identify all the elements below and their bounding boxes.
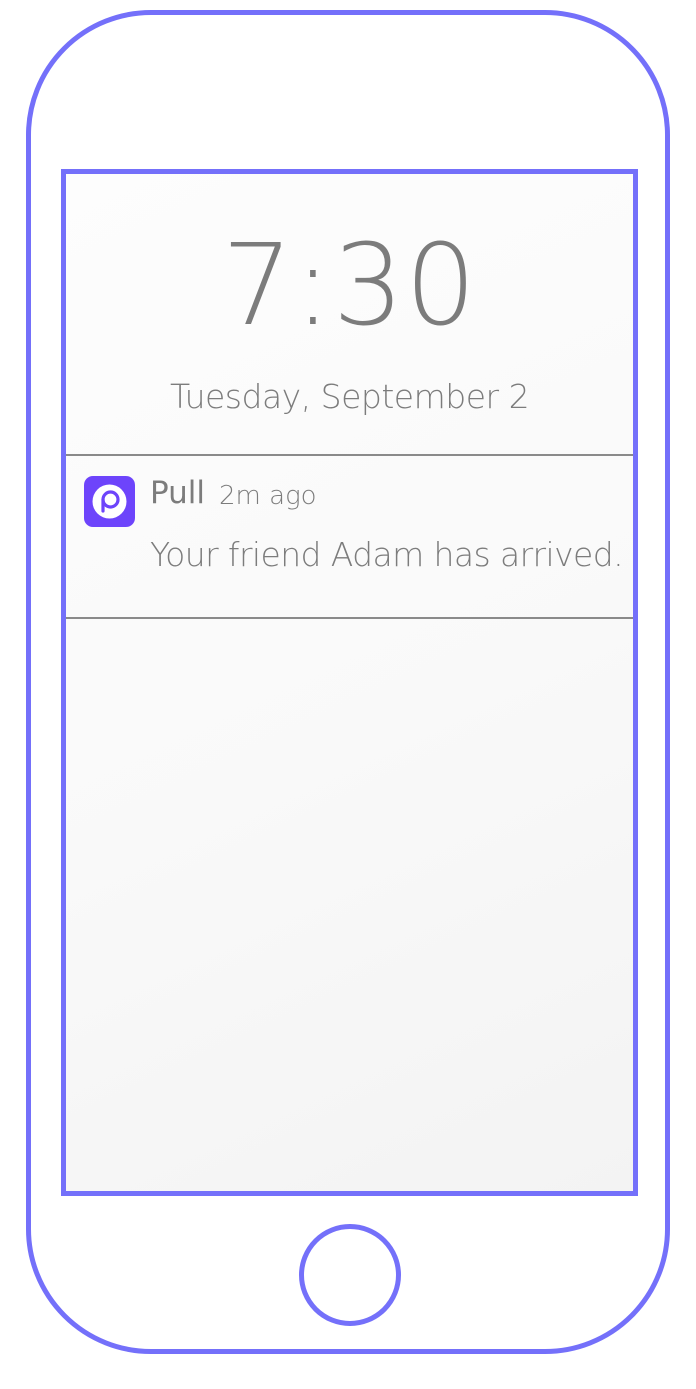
notification-message: Your friend Adam has arrived. xyxy=(150,535,624,574)
notification-app-name: Pull xyxy=(150,475,206,511)
lock-screen-date: Tuesday, September 2 xyxy=(169,377,530,416)
home-button[interactable] xyxy=(299,1224,401,1326)
notification-timestamp: 2m ago xyxy=(219,481,317,511)
lock-screen-clock: 7:30 xyxy=(221,221,478,351)
lock-screen: 7:30 Tuesday, September 2 Pull 2m ago Yo… xyxy=(61,169,638,1196)
pull-app-icon xyxy=(84,476,135,527)
notification-card[interactable]: Pull 2m ago Your friend Adam has arrived… xyxy=(66,454,633,619)
